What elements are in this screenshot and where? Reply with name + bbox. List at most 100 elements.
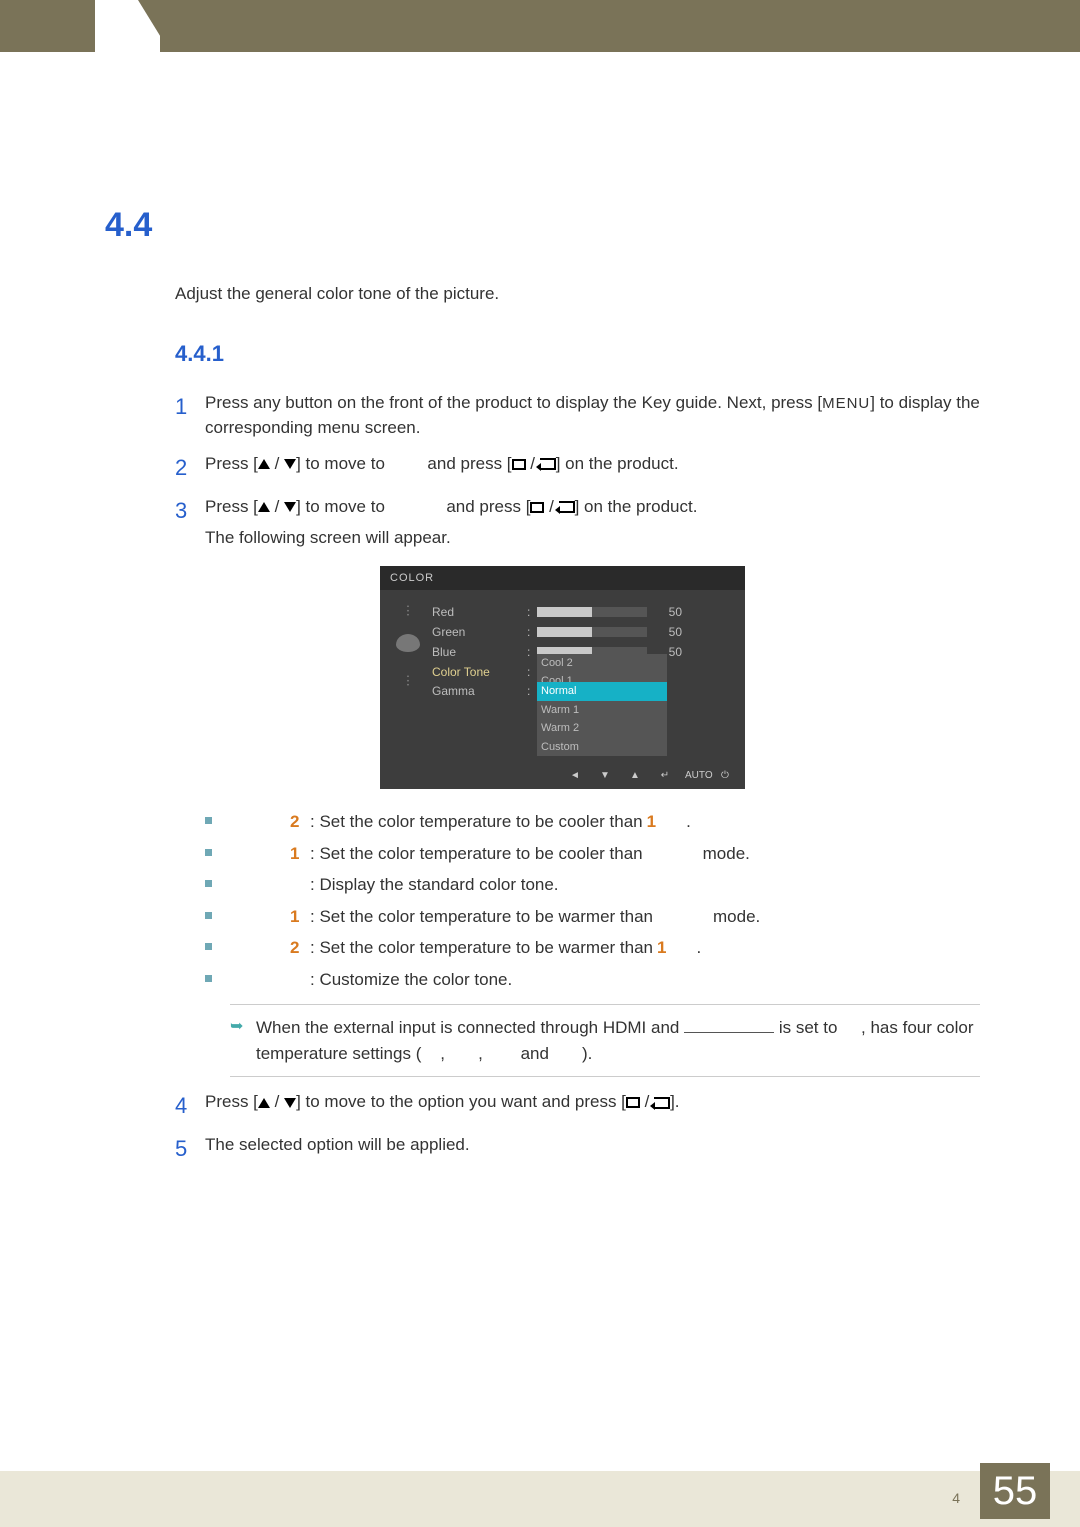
bullet-icon: [205, 880, 212, 887]
bullet-end: .: [686, 809, 691, 835]
bullet-end: .: [696, 935, 701, 961]
up-arrow-icon: [258, 459, 270, 469]
bullet-end: mode.: [713, 904, 760, 930]
step-body: Press [ / ] to move to and press [ / ] o…: [205, 451, 1020, 484]
osd-option: Custom: [537, 738, 667, 757]
bullet-tail: 1: [647, 809, 656, 835]
text: Press [: [205, 454, 258, 473]
step-body: Press any button on the front of the pro…: [205, 390, 1020, 441]
footer-band: [0, 1471, 1080, 1527]
text: Press [: [205, 497, 258, 516]
osd-row-red: Red : 50: [432, 602, 733, 622]
text: ] to move to: [296, 497, 390, 516]
bullet-warm2: 2 : Set the color temperature to be warm…: [205, 935, 1020, 961]
step-3: 3 Press [ / ] to move to and press [ / ]…: [175, 494, 1020, 551]
step-body: Press [ / ] to move to the option you wa…: [205, 1089, 1020, 1122]
text: ] to move to: [296, 454, 390, 473]
step-number: 3: [175, 494, 205, 551]
bullet-icon: [205, 975, 212, 982]
text: Press any button on the front of the pro…: [205, 393, 822, 412]
step-number: 4: [175, 1089, 205, 1122]
source-icon: [512, 459, 526, 470]
note-icon: ➥: [230, 1015, 256, 1066]
osd-option: Warm 2: [537, 719, 667, 738]
osd-title: COLOR: [380, 566, 745, 591]
enter-icon: [559, 501, 575, 513]
text: ] to move to the option you want and pre…: [296, 1092, 626, 1111]
down-arrow-icon: [284, 459, 296, 469]
osd-row-colortone: Color Tone : Cool 2 Cool 1: [432, 662, 733, 682]
bullet-num: 1: [290, 841, 310, 867]
text: and: [516, 1044, 554, 1063]
osd-value: 50: [657, 603, 682, 621]
text: and press [: [446, 497, 530, 516]
osd-nav-icon: ↵: [655, 768, 675, 783]
osd-option-selected: Normal: [537, 682, 667, 701]
osd-slider: [537, 627, 647, 637]
osd-row-green: Green : 50: [432, 622, 733, 642]
osd-nav-icon: ▲: [625, 768, 645, 783]
text: ] on the product.: [575, 497, 698, 516]
step-body: Press [ / ] to move to and press [ / ] o…: [205, 494, 1020, 551]
step-4: 4 Press [ / ] to move to the option you …: [175, 1089, 1020, 1122]
bullet-text: : Display the standard color tone.: [310, 872, 559, 898]
down-arrow-icon: [284, 1098, 296, 1108]
bullet-icon: [205, 912, 212, 919]
palette-icon: [396, 634, 420, 652]
osd-nav-auto: AUTO: [685, 768, 705, 783]
bullet-text: : Set the color temperature to be cooler…: [310, 841, 643, 867]
bullet-custom: : Customize the color tone.: [205, 967, 1020, 993]
osd-label: Gamma: [432, 682, 527, 700]
bullet-text: : Set the color temperature to be warmer…: [310, 935, 653, 961]
text: ] on the product.: [556, 454, 679, 473]
bullet-num: 2: [290, 935, 310, 961]
step-1: 1 Press any button on the front of the p…: [175, 390, 1020, 441]
section-number: 4.4: [105, 200, 1020, 251]
bullet-num: 2: [290, 809, 310, 835]
osd-nav-icon: ◄: [565, 768, 585, 783]
bullet-text: : Set the color temperature to be cooler…: [310, 809, 643, 835]
source-icon: [626, 1097, 640, 1108]
text: Press [: [205, 1092, 258, 1111]
step-body: The selected option will be applied.: [205, 1132, 1020, 1165]
osd-nav-icon: ▼: [595, 768, 615, 783]
step-2: 2 Press [ / ] to move to and press [ / ]…: [175, 451, 1020, 484]
enter-icon: [654, 1097, 670, 1109]
down-arrow-icon: [284, 502, 296, 512]
text: ,: [478, 1044, 483, 1063]
bullet-icon: [205, 817, 212, 824]
osd-option: Cool 2: [537, 654, 667, 673]
osd-row-gamma: Gamma : Normal Warm 1 Warm 2 Custom: [432, 682, 733, 756]
text: ].: [670, 1092, 679, 1111]
step-number: 1: [175, 390, 205, 441]
osd-footer: ◄ ▼ ▲ ↵ AUTO ⏻: [380, 762, 745, 789]
text: ,: [440, 1044, 445, 1063]
bullet-cool2: 2 : Set the color temperature to be cool…: [205, 809, 1020, 835]
source-icon: [530, 502, 544, 513]
osd-slider: [537, 607, 647, 617]
page-content: 4.4 Adjust the general color tone of the…: [105, 90, 1020, 1175]
section-intro: Adjust the general color tone of the pic…: [175, 281, 1020, 307]
bullet-warm1: 1 : Set the color temperature to be warm…: [205, 904, 1020, 930]
bullet-icon: [205, 849, 212, 856]
note-text: When the external input is connected thr…: [256, 1015, 980, 1066]
text: is set to: [774, 1018, 842, 1037]
footer-chapter: 4: [952, 1488, 960, 1509]
step-5: 5 The selected option will be applied.: [175, 1132, 1020, 1165]
up-arrow-icon: [258, 502, 270, 512]
page-number: 55: [980, 1463, 1050, 1519]
osd-body: ︙ ︙ Red : 50 Green : 50 Blue: [380, 590, 745, 762]
blank-field: [684, 1016, 774, 1033]
bullet-num: 1: [290, 904, 310, 930]
note-box: ➥ When the external input is connected t…: [230, 1004, 980, 1077]
text: and press [: [427, 454, 511, 473]
osd-label: Color Tone: [432, 663, 527, 681]
bullet-end: mode.: [703, 841, 750, 867]
osd-icon-column: ︙ ︙: [388, 602, 428, 756]
osd-value: 50: [657, 623, 682, 641]
osd-option: Warm 1: [537, 701, 667, 720]
header-tab-cut: [138, 0, 170, 52]
subsection-number: 4.4.1: [175, 337, 1020, 370]
step-number: 5: [175, 1132, 205, 1165]
bullet-text: : Set the color temperature to be warmer…: [310, 904, 653, 930]
